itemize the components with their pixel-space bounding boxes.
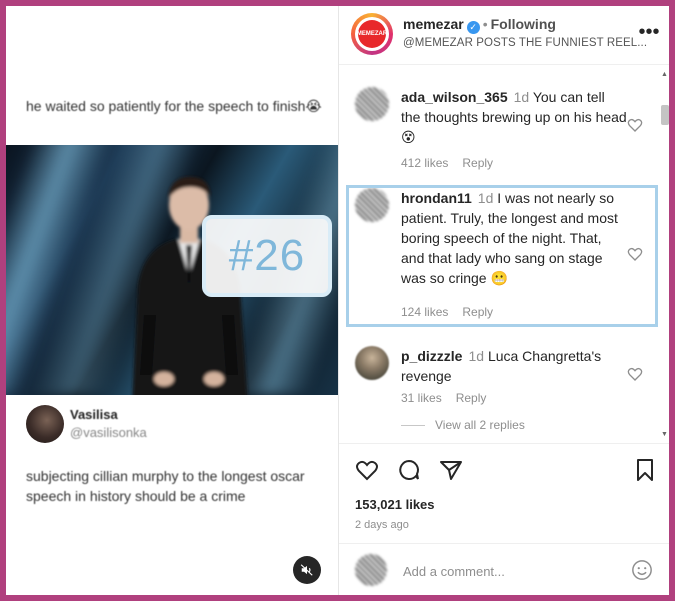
tweet-author: Vasilisa @vasilisonka: [26, 405, 326, 449]
memezar-logo: MEMEZAR: [357, 20, 387, 48]
avatar-ring: MEMEZAR: [355, 17, 389, 51]
post-side-panel: MEMEZAR memezar ✓ • Following @MEMEZAR POST…: [339, 6, 669, 595]
post-media-pane: he waited so patiently for the speech to…: [6, 6, 339, 595]
more-horizontal-icon: •••: [638, 20, 660, 43]
screenshot-frame: he waited so patiently for the speech to…: [6, 6, 669, 595]
author-name: Vasilisa: [70, 407, 118, 422]
verified-badge-icon: ✓: [466, 21, 480, 34]
avatar: [26, 405, 64, 443]
comment-username[interactable]: ada_wilson_365: [401, 89, 508, 105]
comment-input[interactable]: [401, 560, 605, 582]
post-caption-top: he waited so patiently for the speech to…: [26, 98, 322, 114]
account-line: memezar ✓ • Following: [403, 16, 556, 34]
post-actions: 153,021 likes 2 days ago: [339, 443, 669, 544]
comment-username[interactable]: p_dizzzle: [401, 348, 462, 364]
comments-scrollbar[interactable]: ▲ ▼: [660, 65, 669, 443]
following-button[interactable]: Following: [491, 16, 556, 32]
comment-likes[interactable]: 412 likes: [401, 156, 448, 170]
heart-icon[interactable]: [355, 458, 379, 482]
comment-age: 1d: [513, 89, 530, 105]
mute-button[interactable]: [293, 556, 321, 584]
avatar[interactable]: [355, 346, 389, 380]
scroll-up-arrow-icon[interactable]: ▲: [661, 71, 668, 78]
scrollbar-thumb[interactable]: [661, 105, 669, 125]
avatar: [355, 554, 387, 586]
bookmark-icon[interactable]: [633, 458, 657, 482]
add-comment-bar: [339, 543, 669, 595]
send-icon[interactable]: [439, 458, 463, 482]
post-header: MEMEZAR memezar ✓ • Following @MEMEZAR POST…: [339, 6, 669, 65]
avatar[interactable]: [355, 87, 389, 121]
more-options-button[interactable]: •••: [637, 20, 661, 44]
highlighted-comment-box: [346, 185, 658, 327]
account-name[interactable]: memezar: [403, 16, 464, 32]
replies-divider: [401, 425, 425, 427]
comment-body: p_dizzzle 1d Luca Changretta's revenge: [401, 346, 627, 386]
comment-icon[interactable]: [397, 458, 421, 482]
separator-dot: •: [482, 16, 488, 32]
comment-like-heart-icon[interactable]: [627, 117, 643, 133]
ranking-number-overlay: #26: [202, 215, 332, 297]
comment-likes[interactable]: 31 likes: [401, 391, 442, 405]
author-handle: @vasilisonka: [70, 425, 147, 440]
speaker-muted-icon: [300, 564, 313, 576]
audio-subtitle[interactable]: @MEMEZAR POSTS THE FUNNIEST REEL...: [403, 37, 647, 49]
account-avatar[interactable]: MEMEZAR: [351, 13, 393, 55]
post-caption-bottom: subjecting cillian murphy to the longest…: [26, 468, 305, 504]
view-replies-label: View all 2 replies: [435, 418, 525, 432]
comment-body: ada_wilson_365 1d You can tell the though…: [401, 87, 627, 147]
scroll-down-arrow-icon[interactable]: ▼: [661, 431, 668, 438]
likes-count[interactable]: 153,021 likes: [355, 497, 435, 512]
reply-link[interactable]: Reply: [456, 391, 487, 405]
post-date: 2 days ago: [355, 519, 409, 531]
comment-meta: 31 likes Reply: [401, 391, 500, 405]
view-replies-link[interactable]: View all 2 replies: [401, 418, 525, 432]
comment-meta: 412 likes Reply: [401, 156, 507, 170]
emoji-icon[interactable]: [631, 559, 653, 581]
comment-age: 1d: [468, 348, 485, 364]
comment-like-heart-icon[interactable]: [627, 366, 643, 382]
reply-link[interactable]: Reply: [462, 156, 493, 170]
